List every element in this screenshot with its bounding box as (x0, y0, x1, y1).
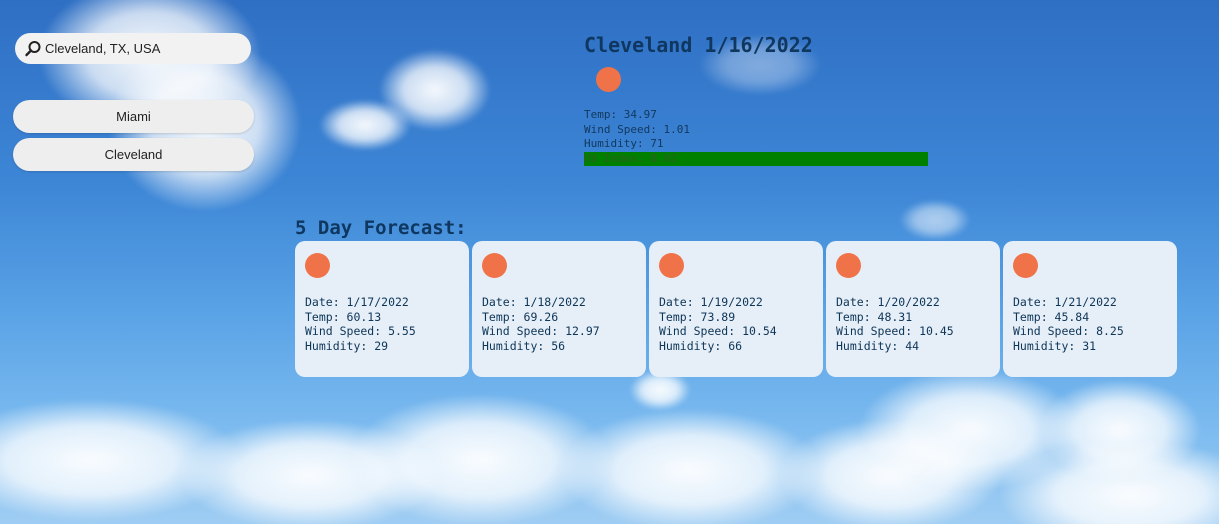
forecast-date: Date: 1/21/2022 (1013, 295, 1117, 309)
forecast-card: Date: 1/20/2022 Temp: 48.31 Wind Speed: … (826, 241, 1000, 377)
history-button-cleveland[interactable]: Cleveland (13, 138, 254, 171)
forecast-date: Date: 1/20/2022 (836, 295, 940, 309)
forecast-date: Date: 1/19/2022 (659, 295, 763, 309)
sun-icon (659, 253, 684, 278)
forecast-card: Date: 1/19/2022 Temp: 73.89 Wind Speed: … (649, 241, 823, 377)
forecast-card: Date: 1/21/2022 Temp: 45.84 Wind Speed: … (1003, 241, 1177, 377)
forecast-date: Date: 1/17/2022 (305, 295, 409, 309)
current-humidity: Humidity: 71 (584, 137, 664, 150)
forecast-humidity: Humidity: 66 (659, 338, 743, 353)
forecast-temp: Temp: 48.31 (836, 309, 913, 324)
forecast-temp: Temp: 69.26 (482, 309, 559, 324)
forecast-humidity: Humidity: 31 (1013, 338, 1097, 353)
search-input[interactable] (45, 41, 235, 56)
forecast-humidity: Humidity: 29 (305, 338, 389, 353)
forecast-humidity: Humidity: 56 (482, 338, 566, 353)
current-wind-speed: Wind Speed: 1.01 (584, 122, 690, 136)
forecast-temp: Temp: 73.89 (659, 309, 736, 324)
forecast-temp: Temp: 60.13 (305, 309, 382, 324)
forecast-wind-speed: Wind Speed: 10.45 (836, 324, 954, 338)
sun-icon (1013, 253, 1038, 278)
history-button-miami[interactable]: Miami (13, 100, 254, 133)
current-heading: Cleveland 1/16/2022 (584, 33, 813, 57)
search-icon (25, 40, 41, 56)
sun-icon (482, 253, 507, 278)
forecast-card: Date: 1/17/2022 Temp: 60.13 Wind Speed: … (295, 241, 469, 377)
forecast-wind-speed: Wind Speed: 12.97 (482, 324, 600, 338)
current-temp: Temp: 34.97 (584, 108, 657, 121)
forecast-date: Date: 1/18/2022 (482, 295, 586, 309)
current-weather: Cleveland 1/16/2022 Temp: 34.97 Wind Spe… (584, 33, 928, 166)
uv-index-badge: UV Index: 0.92 (584, 151, 928, 166)
forecast-card: Date: 1/18/2022 Temp: 69.26 Wind Speed: … (472, 241, 646, 377)
forecast-temp: Temp: 45.84 (1013, 309, 1090, 324)
search-field[interactable] (15, 33, 251, 64)
forecast-wind-speed: Wind Speed: 5.55 (305, 324, 416, 338)
sun-icon (305, 253, 330, 278)
forecast-title: 5 Day Forecast: (295, 217, 467, 239)
forecast-humidity: Humidity: 44 (836, 338, 920, 353)
sun-icon (836, 253, 861, 278)
forecast-wind-speed: Wind Speed: 8.25 (1013, 324, 1124, 338)
forecast-wind-speed: Wind Speed: 10.54 (659, 324, 777, 338)
sun-icon (596, 67, 621, 92)
